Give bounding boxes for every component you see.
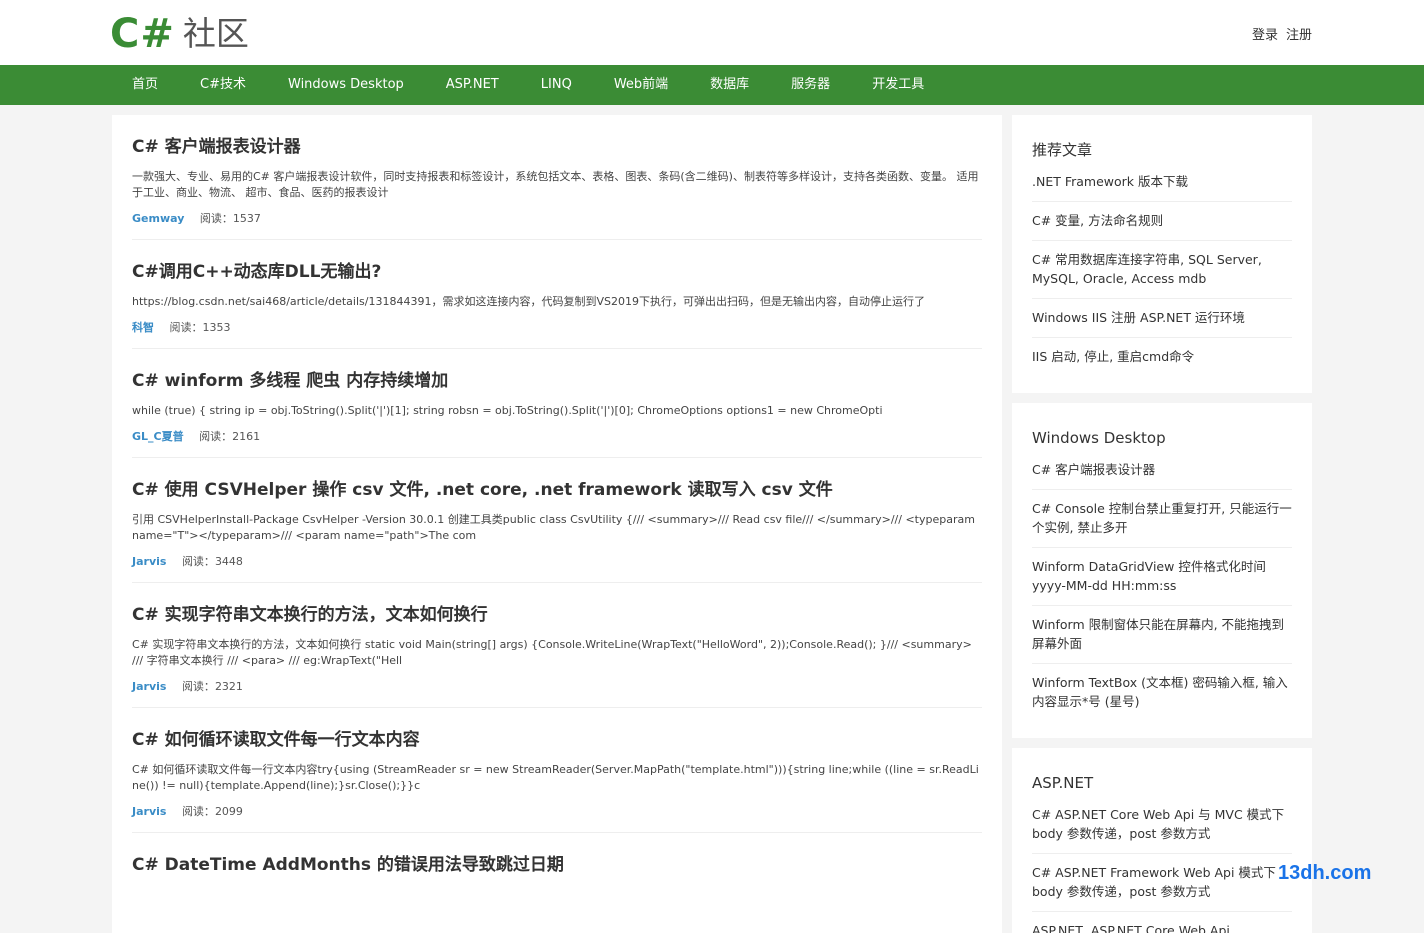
article-item: C# 实现字符串文本换行的方法，文本如何换行 C# 实现字符串文本换行的方法，文… [132, 583, 982, 708]
article-summary: while (true) { string ip = obj.ToString(… [132, 404, 883, 417]
sidebar-link[interactable]: IIS 启动, 停止, 重启cmd命令 [1032, 338, 1292, 376]
article-reads-label: 阅读： [181, 555, 215, 568]
article-reads-label: 阅读： [181, 805, 215, 818]
article-item: C# DateTime AddMonths 的错误用法导致跳过日期 [132, 833, 982, 877]
article-summary: C# 如何循环读取文件每一行文本内容try{using (StreamReade… [132, 763, 979, 792]
nav-item-windows-desktop[interactable]: Windows Desktop [267, 65, 425, 105]
site-header: C# 社区 登录 注册 [0, 0, 1424, 65]
logo-text: 社区 [182, 14, 249, 53]
sidebar-title: Windows Desktop [1032, 429, 1166, 447]
article-meta: GL_C夏普 阅读：2161 [132, 429, 982, 457]
site-logo[interactable]: C# 社区 [110, 12, 249, 56]
sidebar-link[interactable]: Windows IIS 注册 ASP.NET 运行环境 [1032, 299, 1292, 338]
article-reads-label: 阅读： [199, 430, 233, 443]
article-meta: Jarvis 阅读：2321 [132, 679, 982, 707]
sidebar-title: ASP.NET [1032, 774, 1094, 792]
article-reads-label: 阅读： [169, 321, 203, 334]
article-item: C#调用C++动态库DLL无输出? https://blog.csdn.net/… [132, 240, 982, 349]
sidebar-title: 推荐文章 [1032, 141, 1093, 159]
article-author[interactable]: Gemway [132, 212, 184, 225]
sidebar-windows-desktop: Windows Desktop C# 客户端报表设计器 C# Console 控… [1012, 403, 1312, 738]
article-meta: Gemway 阅读：1537 [132, 211, 982, 239]
sidebar-aspnet: ASP.NET C# ASP.NET Core Web Api 与 MVC 模式… [1012, 748, 1312, 933]
article-reads-label: 阅读： [199, 212, 233, 225]
watermark: 13dh.com [1278, 862, 1372, 884]
article-author[interactable]: Jarvis [132, 805, 166, 818]
sidebar-link[interactable]: Winform DataGridView 控件格式化时间 yyyy-MM-dd … [1032, 548, 1292, 606]
nav-item-linq[interactable]: LINQ [520, 65, 593, 105]
article-author[interactable]: Jarvis [132, 555, 166, 568]
sidebar-link[interactable]: C# 变量, 方法命名规则 [1032, 202, 1292, 241]
article-reads: 2161 [232, 430, 261, 443]
article-title[interactable]: C# 使用 CSVHelper 操作 csv 文件, .net core, .n… [132, 478, 982, 502]
sidebar-link[interactable]: C# ASP.NET Framework Web Api 模式下 body 参数… [1032, 854, 1292, 912]
article-meta: Jarvis 阅读：2099 [132, 804, 982, 832]
nav-item-server[interactable]: 服务器 [770, 65, 851, 105]
nav-item-aspnet[interactable]: ASP.NET [425, 65, 520, 105]
article-item: C# 如何循环读取文件每一行文本内容 C# 如何循环读取文件每一行文本内容try… [132, 708, 982, 833]
sidebar-recommended: 推荐文章 .NET Framework 版本下载 C# 变量, 方法命名规则 C… [1012, 115, 1312, 393]
article-item: C# 使用 CSVHelper 操作 csv 文件, .net core, .n… [132, 458, 982, 583]
sidebar-link[interactable]: C# 客户端报表设计器 [1032, 456, 1292, 490]
article-list: C# 客户端报表设计器 一款强大、专业、易用的C# 客户端报表设计软件，同时支持… [112, 115, 1002, 933]
article-summary: 引用 CSVHelperInstall-Package CsvHelper -V… [132, 513, 975, 542]
sidebar-link[interactable]: C# Console 控制台禁止重复打开, 只能运行一个实例, 禁止多开 [1032, 490, 1292, 548]
auth-links: 登录 注册 [1252, 24, 1312, 43]
article-summary: C# 实现字符串文本换行的方法，文本如何换行 static void Main(… [132, 638, 972, 667]
article-author[interactable]: 科智 [132, 321, 154, 334]
article-meta: Jarvis 阅读：3448 [132, 554, 982, 582]
article-title[interactable]: C# winform 多线程 爬虫 内存持续增加 [132, 369, 982, 393]
article-reads: 2099 [214, 805, 243, 818]
sidebar-link[interactable]: ASP.NET, ASP.NET Core Web Api [1032, 912, 1292, 933]
sidebar-link[interactable]: C# ASP.NET Core Web Api 与 MVC 模式下 body 参… [1032, 801, 1292, 854]
article-reads: 2321 [214, 680, 243, 693]
article-summary: https://blog.csdn.net/sai468/article/det… [132, 295, 925, 308]
sidebar-link[interactable]: Winform TextBox (文本框) 密码输入框, 输入内容显示*号 (星… [1032, 664, 1292, 721]
nav-item-home[interactable]: 首页 [111, 65, 179, 105]
sidebar-link[interactable]: .NET Framework 版本下载 [1032, 168, 1292, 202]
nav-item-dev-tools[interactable]: 开发工具 [851, 65, 945, 105]
article-meta: 科智 阅读：1353 [132, 320, 982, 348]
main-nav: 首页 C#技术 Windows Desktop ASP.NET LINQ Web… [0, 65, 1424, 105]
article-item: C# 客户端报表设计器 一款强大、专业、易用的C# 客户端报表设计软件，同时支持… [132, 115, 982, 240]
article-title[interactable]: C#调用C++动态库DLL无输出? [132, 260, 982, 284]
logo-mark: C# [110, 11, 175, 57]
article-title[interactable]: C# 客户端报表设计器 [132, 135, 982, 159]
article-reads: 1537 [232, 212, 261, 225]
register-link[interactable]: 注册 [1286, 24, 1312, 43]
article-title[interactable]: C# DateTime AddMonths 的错误用法导致跳过日期 [132, 853, 982, 877]
nav-item-web-frontend[interactable]: Web前端 [593, 65, 689, 105]
login-link[interactable]: 登录 [1252, 24, 1278, 43]
article-reads: 3448 [214, 555, 243, 568]
nav-item-database[interactable]: 数据库 [689, 65, 770, 105]
article-item: C# winform 多线程 爬虫 内存持续增加 while (true) { … [132, 349, 982, 458]
nav-item-csharp[interactable]: C#技术 [179, 65, 267, 105]
article-title[interactable]: C# 如何循环读取文件每一行文本内容 [132, 728, 982, 752]
article-reads: 1353 [202, 321, 231, 334]
article-reads-label: 阅读： [181, 680, 215, 693]
article-title[interactable]: C# 实现字符串文本换行的方法，文本如何换行 [132, 603, 982, 627]
article-summary: 一款强大、专业、易用的C# 客户端报表设计软件，同时支持报表和标签设计，系统包括… [132, 170, 979, 199]
article-author[interactable]: Jarvis [132, 680, 166, 693]
sidebar-link[interactable]: C# 常用数据库连接字符串, SQL Server, MySQL, Oracle… [1032, 241, 1292, 299]
article-author[interactable]: GL_C夏普 [132, 430, 184, 443]
sidebar-link[interactable]: Winform 限制窗体只能在屏幕内, 不能拖拽到屏幕外面 [1032, 606, 1292, 664]
